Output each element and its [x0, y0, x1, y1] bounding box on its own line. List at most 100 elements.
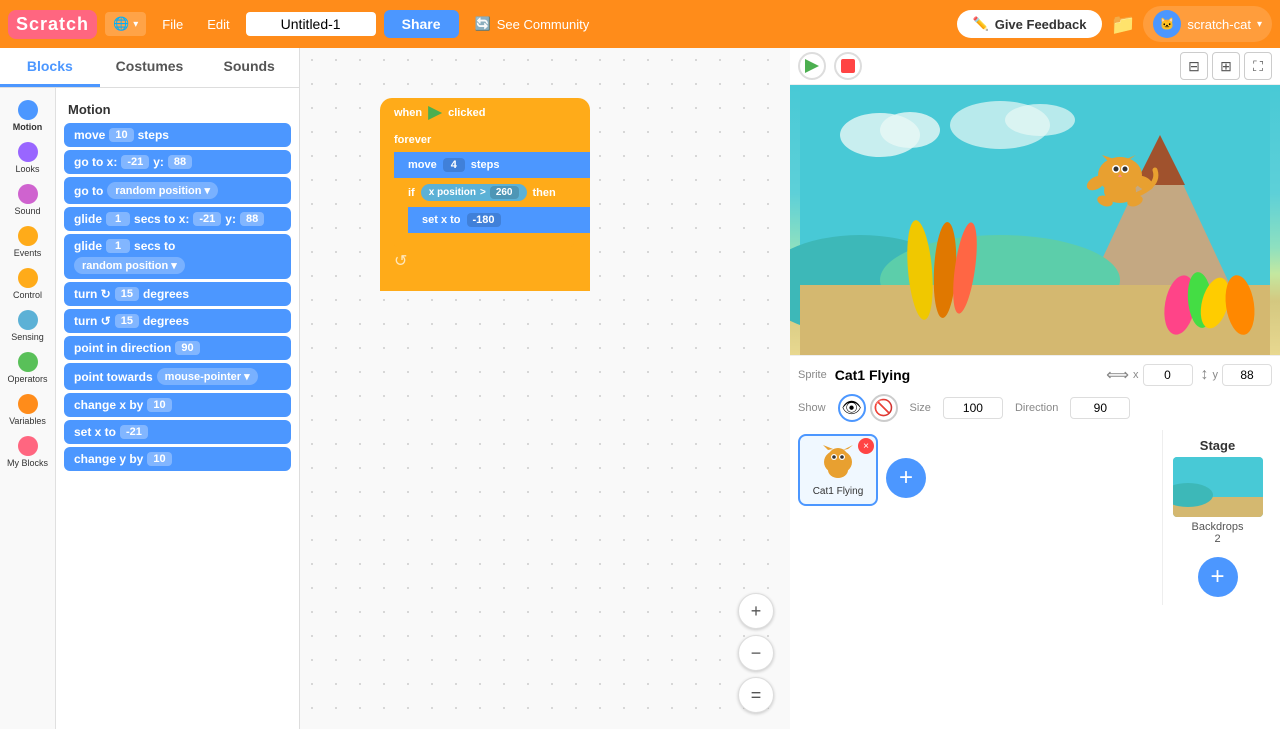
small-stage-button[interactable]: ⊟ — [1180, 52, 1208, 80]
backdrops-count: 2 — [1167, 533, 1268, 545]
code-area[interactable]: when clicked forever move 4 steps — [300, 48, 790, 729]
large-stage-button[interactable]: ⊞ — [1212, 52, 1240, 80]
stop-button[interactable] — [834, 52, 862, 80]
stage-canvas[interactable] — [790, 85, 1280, 355]
stage-mini-svg — [1173, 457, 1263, 517]
forever-block[interactable]: forever move 4 steps if x position — [380, 128, 590, 291]
block-point-direction[interactable]: point in direction 90 — [64, 336, 291, 360]
category-sensing-label: Sensing — [11, 332, 44, 342]
blocks-tab-content: Motion Looks Sound Events Control — [0, 88, 299, 729]
sprite-close-button[interactable]: × — [858, 438, 874, 454]
motion-dot — [18, 100, 38, 120]
sprite-info-row: Sprite Cat1 Flying ⟺ x 0 ↕ y 88 — [798, 364, 1272, 386]
category-control[interactable]: Control — [3, 264, 53, 304]
category-sound[interactable]: Sound — [3, 180, 53, 220]
category-motion[interactable]: Motion — [3, 96, 53, 136]
file-menu[interactable]: File — [154, 13, 191, 36]
zoom-reset-button[interactable]: = — [738, 677, 774, 713]
y-value[interactable]: 88 — [1222, 364, 1272, 386]
globe-language-button[interactable]: 🌐 ▾ — [105, 12, 146, 36]
hat-block[interactable]: when clicked — [380, 98, 590, 128]
block-change-y[interactable]: change y by 10 — [64, 447, 291, 471]
forever-cap — [380, 277, 590, 291]
myblocks-dot — [18, 436, 38, 456]
category-sensing[interactable]: Sensing — [3, 306, 53, 346]
block-go-to-dropdown[interactable]: go to random position ▾ — [64, 177, 291, 204]
block-glide-to-dropdown[interactable]: glide 1 secs to random position ▾ — [64, 234, 291, 279]
edit-menu[interactable]: Edit — [199, 13, 237, 36]
block-set-x[interactable]: set x to -21 — [64, 420, 291, 444]
share-button[interactable]: Share — [384, 10, 459, 38]
globe-dropdown-icon: ▾ — [133, 19, 138, 30]
zoom-out-button[interactable]: − — [738, 635, 774, 671]
category-variables-label: Variables — [9, 416, 46, 426]
tab-costumes[interactable]: Costumes — [100, 48, 200, 87]
sprite-thumb-image — [813, 444, 863, 484]
move-block[interactable]: move 4 steps — [394, 152, 590, 178]
size-label: Size — [910, 402, 931, 414]
tab-sounds[interactable]: Sounds — [199, 48, 299, 87]
sprite-name[interactable]: Cat1 Flying — [835, 367, 1098, 383]
stage-label: Stage — [1163, 430, 1272, 457]
code-block-stack[interactable]: when clicked forever move 4 steps — [380, 98, 590, 291]
category-events[interactable]: Events — [3, 222, 53, 262]
zoom-in-button[interactable]: + — [738, 593, 774, 629]
category-looks[interactable]: Looks — [3, 138, 53, 178]
block-glide-to-xy[interactable]: glide 1 secs to x: -21 y: 88 — [64, 207, 291, 231]
motion-section-title: Motion — [68, 102, 291, 117]
community-icon: 🔄 — [475, 16, 491, 32]
direction-value[interactable]: 90 — [1070, 397, 1130, 419]
folder-button[interactable]: 📁 — [1110, 12, 1135, 37]
globe-icon: 🌐 — [113, 16, 129, 32]
green-flag-icon — [805, 59, 819, 73]
backdrops-info: Backdrops 2 — [1163, 517, 1272, 549]
updown-icon: ↕ — [1201, 366, 1209, 384]
show-hidden-button[interactable]: 🚫 — [870, 394, 898, 422]
x-value[interactable]: 0 — [1143, 364, 1193, 386]
block-point-towards[interactable]: point towards mouse-pointer ▾ — [64, 363, 291, 390]
condition-block[interactable]: x position > 260 — [421, 184, 527, 201]
green-flag-button[interactable] — [798, 52, 826, 80]
chevron-down-icon: ▾ — [1257, 19, 1262, 30]
see-community-button[interactable]: 🔄 See Community — [467, 12, 598, 36]
if-block[interactable]: if x position > 260 then set x to - — [394, 178, 590, 247]
size-value[interactable]: 100 — [943, 397, 1003, 419]
category-operators-label: Operators — [7, 374, 47, 384]
block-change-x[interactable]: change x by 10 — [64, 393, 291, 417]
give-feedback-button[interactable]: ✏️ Give Feedback — [957, 10, 1103, 38]
add-sprite-button[interactable]: + — [886, 458, 926, 498]
right-panel: ⊟ ⊞ ⛶ — [790, 48, 1280, 729]
block-go-to-xy[interactable]: go to x: -21 y: 88 — [64, 150, 291, 174]
stage-header: ⊟ ⊞ ⛶ — [790, 48, 1280, 85]
category-sound-label: Sound — [14, 206, 40, 216]
events-dot — [18, 226, 38, 246]
stop-icon — [841, 59, 855, 73]
operators-dot — [18, 352, 38, 372]
left-panel: Blocks Costumes Sounds Motion Looks Soun… — [0, 48, 300, 729]
stage-view-buttons: ⊟ ⊞ ⛶ — [1180, 52, 1272, 80]
block-turn-ccw[interactable]: turn ↺ 15 degrees — [64, 309, 291, 333]
scratch-logo[interactable]: Scratch — [8, 10, 97, 39]
stage-sidebar: Stage Backdrops 2 + — [1162, 430, 1272, 605]
project-name-input[interactable] — [246, 12, 376, 36]
sprite-props-row: Show 👁 🚫 Size 100 Direction 90 — [798, 394, 1272, 422]
block-move-steps[interactable]: move 10 steps — [64, 123, 291, 147]
sprite-thumb-cat1[interactable]: × — [798, 434, 878, 506]
block-turn-cw[interactable]: turn ↻ 15 degrees — [64, 282, 291, 306]
clicked-label: clicked — [448, 107, 485, 119]
set-x-block[interactable]: set x to -180 — [408, 207, 590, 233]
add-backdrop-button[interactable]: + — [1198, 557, 1238, 597]
category-myblocks[interactable]: My Blocks — [3, 432, 53, 472]
sprite-svg — [813, 444, 863, 484]
user-menu[interactable]: 🐱 scratch-cat ▾ — [1143, 6, 1272, 42]
category-variables[interactable]: Variables — [3, 390, 53, 430]
sound-dot — [18, 184, 38, 204]
sprites-and-stage-row: × — [798, 430, 1272, 605]
category-operators[interactable]: Operators — [3, 348, 53, 388]
tab-blocks[interactable]: Blocks — [0, 48, 100, 87]
avatar: 🐱 — [1153, 10, 1181, 38]
show-visible-button[interactable]: 👁 — [838, 394, 866, 422]
arrow-icon: ⟺ — [1106, 365, 1129, 385]
stage-mini-thumbnail[interactable] — [1173, 457, 1263, 517]
fullscreen-button[interactable]: ⛶ — [1244, 52, 1272, 80]
